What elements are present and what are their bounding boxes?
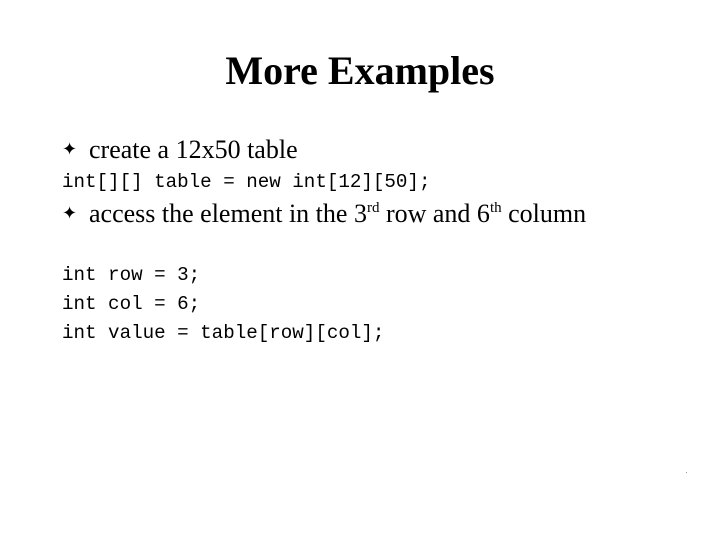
code-line-row: int row = 3;: [62, 264, 201, 286]
bullet-item-access-element: ✦ access the element in the 3rd row and …: [62, 199, 602, 228]
slide-title: More Examples: [225, 48, 495, 93]
code-line-col: int col = 6;: [62, 293, 201, 315]
star-bullet-icon: ✦: [62, 203, 78, 224]
slide: More Examples ✦ create a 12x50 table int…: [0, 0, 720, 540]
superscript-th: th: [489, 200, 502, 216]
bullet-item-create-table: ✦ create a 12x50 table: [62, 135, 602, 164]
superscript-rd: rd: [366, 200, 380, 216]
code-line-value: int value = table[row][col];: [62, 322, 385, 344]
bullet-text: create a 12x50 table: [89, 135, 298, 164]
bullet-text-part: access the element in the 3: [89, 199, 367, 228]
bullet-text-part: row and 6: [379, 199, 490, 228]
star-bullet-icon: ✦: [62, 139, 78, 160]
corner-dot-mark: [686, 472, 687, 473]
bullet-text-part: column: [501, 199, 587, 228]
code-line-declare-table: int[][] table = new int[12][50];: [62, 171, 431, 193]
bullet-text: access the element in the 3rd row and 6t…: [62, 199, 602, 228]
